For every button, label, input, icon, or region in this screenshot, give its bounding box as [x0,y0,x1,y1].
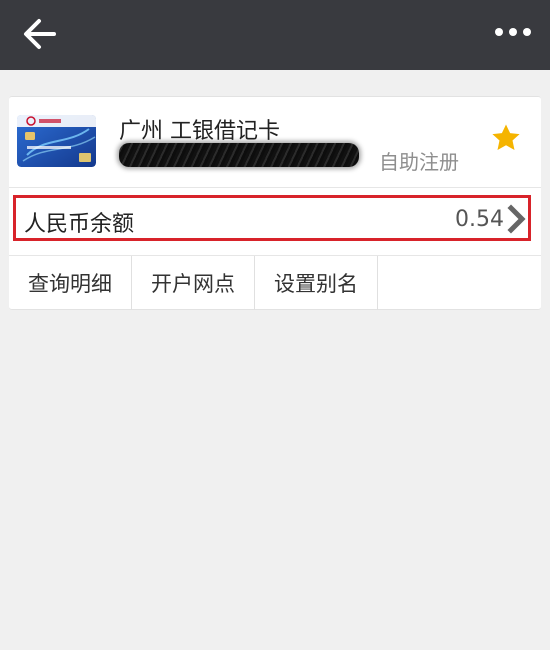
card-number-redacted [119,143,359,167]
more-dots-icon [495,28,531,36]
more-button[interactable] [488,12,538,52]
header-divider [9,187,541,188]
back-arrow-icon [24,19,56,49]
query-details-button[interactable]: 查询明细 [9,256,132,310]
bank-card-icon [17,115,96,167]
bank-card-thumbnail [17,115,96,167]
back-button[interactable] [14,10,66,58]
star-icon [492,124,520,151]
favorite-button[interactable] [489,121,523,155]
balance-value: 0.54 [455,207,504,232]
top-bar [0,0,550,70]
bank-card-panel: 广州 工银借记卡 自助注册 人民币余额 0.54 查询明细 开户网点 设置别名 [9,96,541,310]
self-register-label[interactable]: 自助注册 [379,146,459,175]
card-actions-bar: 查询明细 开户网点 设置别名 [9,255,541,310]
card-name: 广州 工银借记卡 [119,119,280,144]
balance-label: 人民币余额 [24,212,135,237]
chevron-right-icon [507,204,526,234]
account-branch-button[interactable]: 开户网点 [132,256,255,310]
set-alias-button[interactable]: 设置别名 [255,256,378,310]
card-header[interactable]: 广州 工银借记卡 自助注册 [9,97,541,187]
rmb-balance-row[interactable]: 人民币余额 0.54 [13,195,531,241]
